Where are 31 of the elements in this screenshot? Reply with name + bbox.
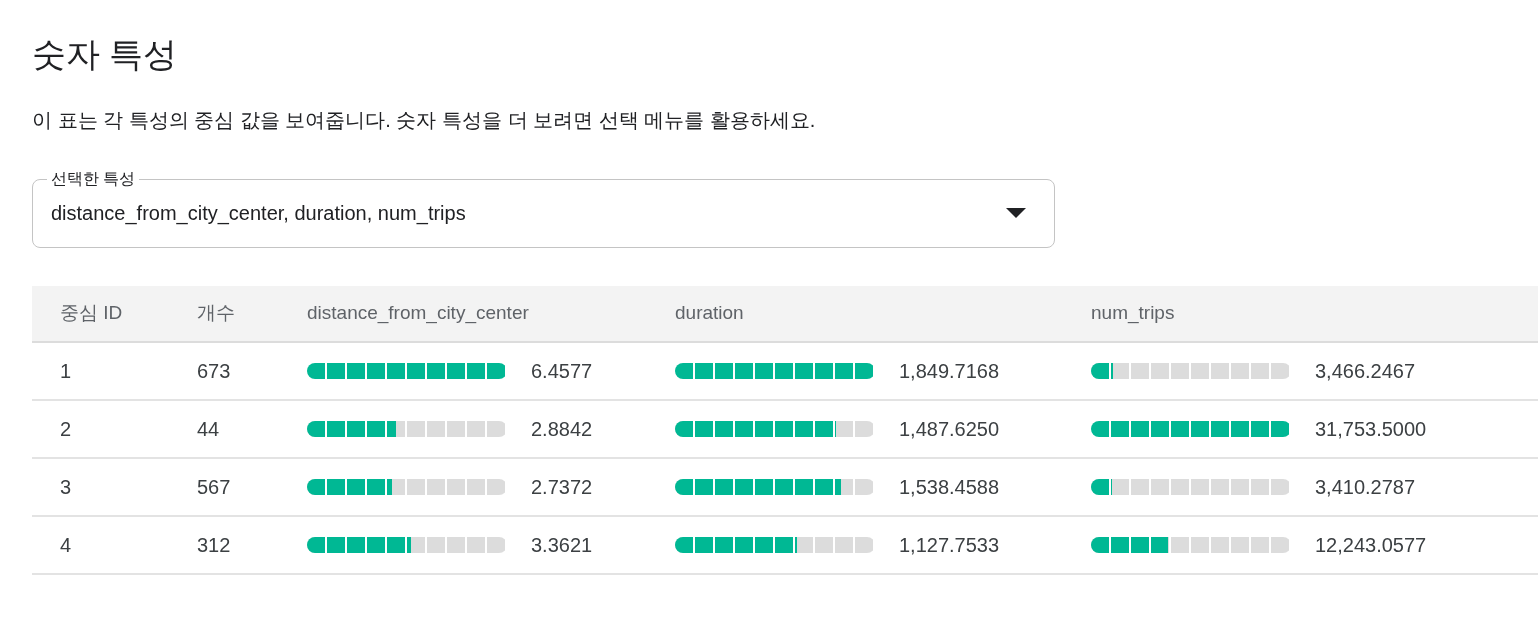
column-header: 개수 (197, 301, 236, 326)
table-cell-text: 1,487.6250 (899, 417, 1000, 442)
table-cell-text: 312 (197, 533, 232, 558)
table-cell-text: 44 (197, 417, 221, 442)
table-cell-text: 3.3621 (531, 533, 593, 558)
select-value: distance_from_city_center, duration, num_trips (51, 200, 466, 227)
table-cell-text: 2.8842 (531, 417, 593, 442)
column-header: 중심 ID (60, 301, 124, 326)
table-cell-text: 3,466.2467 (1315, 359, 1416, 384)
column-header: duration (675, 301, 745, 326)
table-cell-text: 673 (197, 359, 232, 384)
table-cell-text: 6.4577 (531, 359, 593, 384)
table-cell-text: 3 (60, 475, 73, 500)
table-cell-text: 1 (60, 359, 73, 384)
column-header: distance_from_city_center (307, 301, 530, 326)
table-cell-text: 1,127.7533 (899, 533, 1000, 558)
select-label: 선택한 특성 (50, 170, 137, 188)
feature-select[interactable]: 선택한 특성 distance_from_city_center, duration, num_trips (32, 170, 1055, 248)
table-cell-text: 2.7372 (531, 475, 593, 500)
table-cell-text: 3,410.2787 (1315, 475, 1416, 500)
table-cell-text: 12,243.0577 (1315, 533, 1427, 558)
table-cell-text: 2 (60, 417, 73, 442)
table-cell-text: 31,753.5000 (1315, 417, 1427, 442)
dropdown-caret-icon (1006, 207, 1026, 218)
table-cell-text: 567 (197, 475, 232, 500)
page-title: 숫자 특성 (32, 34, 179, 75)
table-cell-text: 1,538.4588 (899, 475, 1000, 500)
table-cell-text: 1,849.7168 (899, 359, 1000, 384)
description: 이 표는 각 특성의 중심 값을 보여줍니다. 숫자 특성을 더 보려면 선택 메뉴를 활용하세요. (32, 108, 817, 133)
column-header: num_trips (1091, 301, 1176, 326)
table-cell-text: 4 (60, 533, 73, 558)
